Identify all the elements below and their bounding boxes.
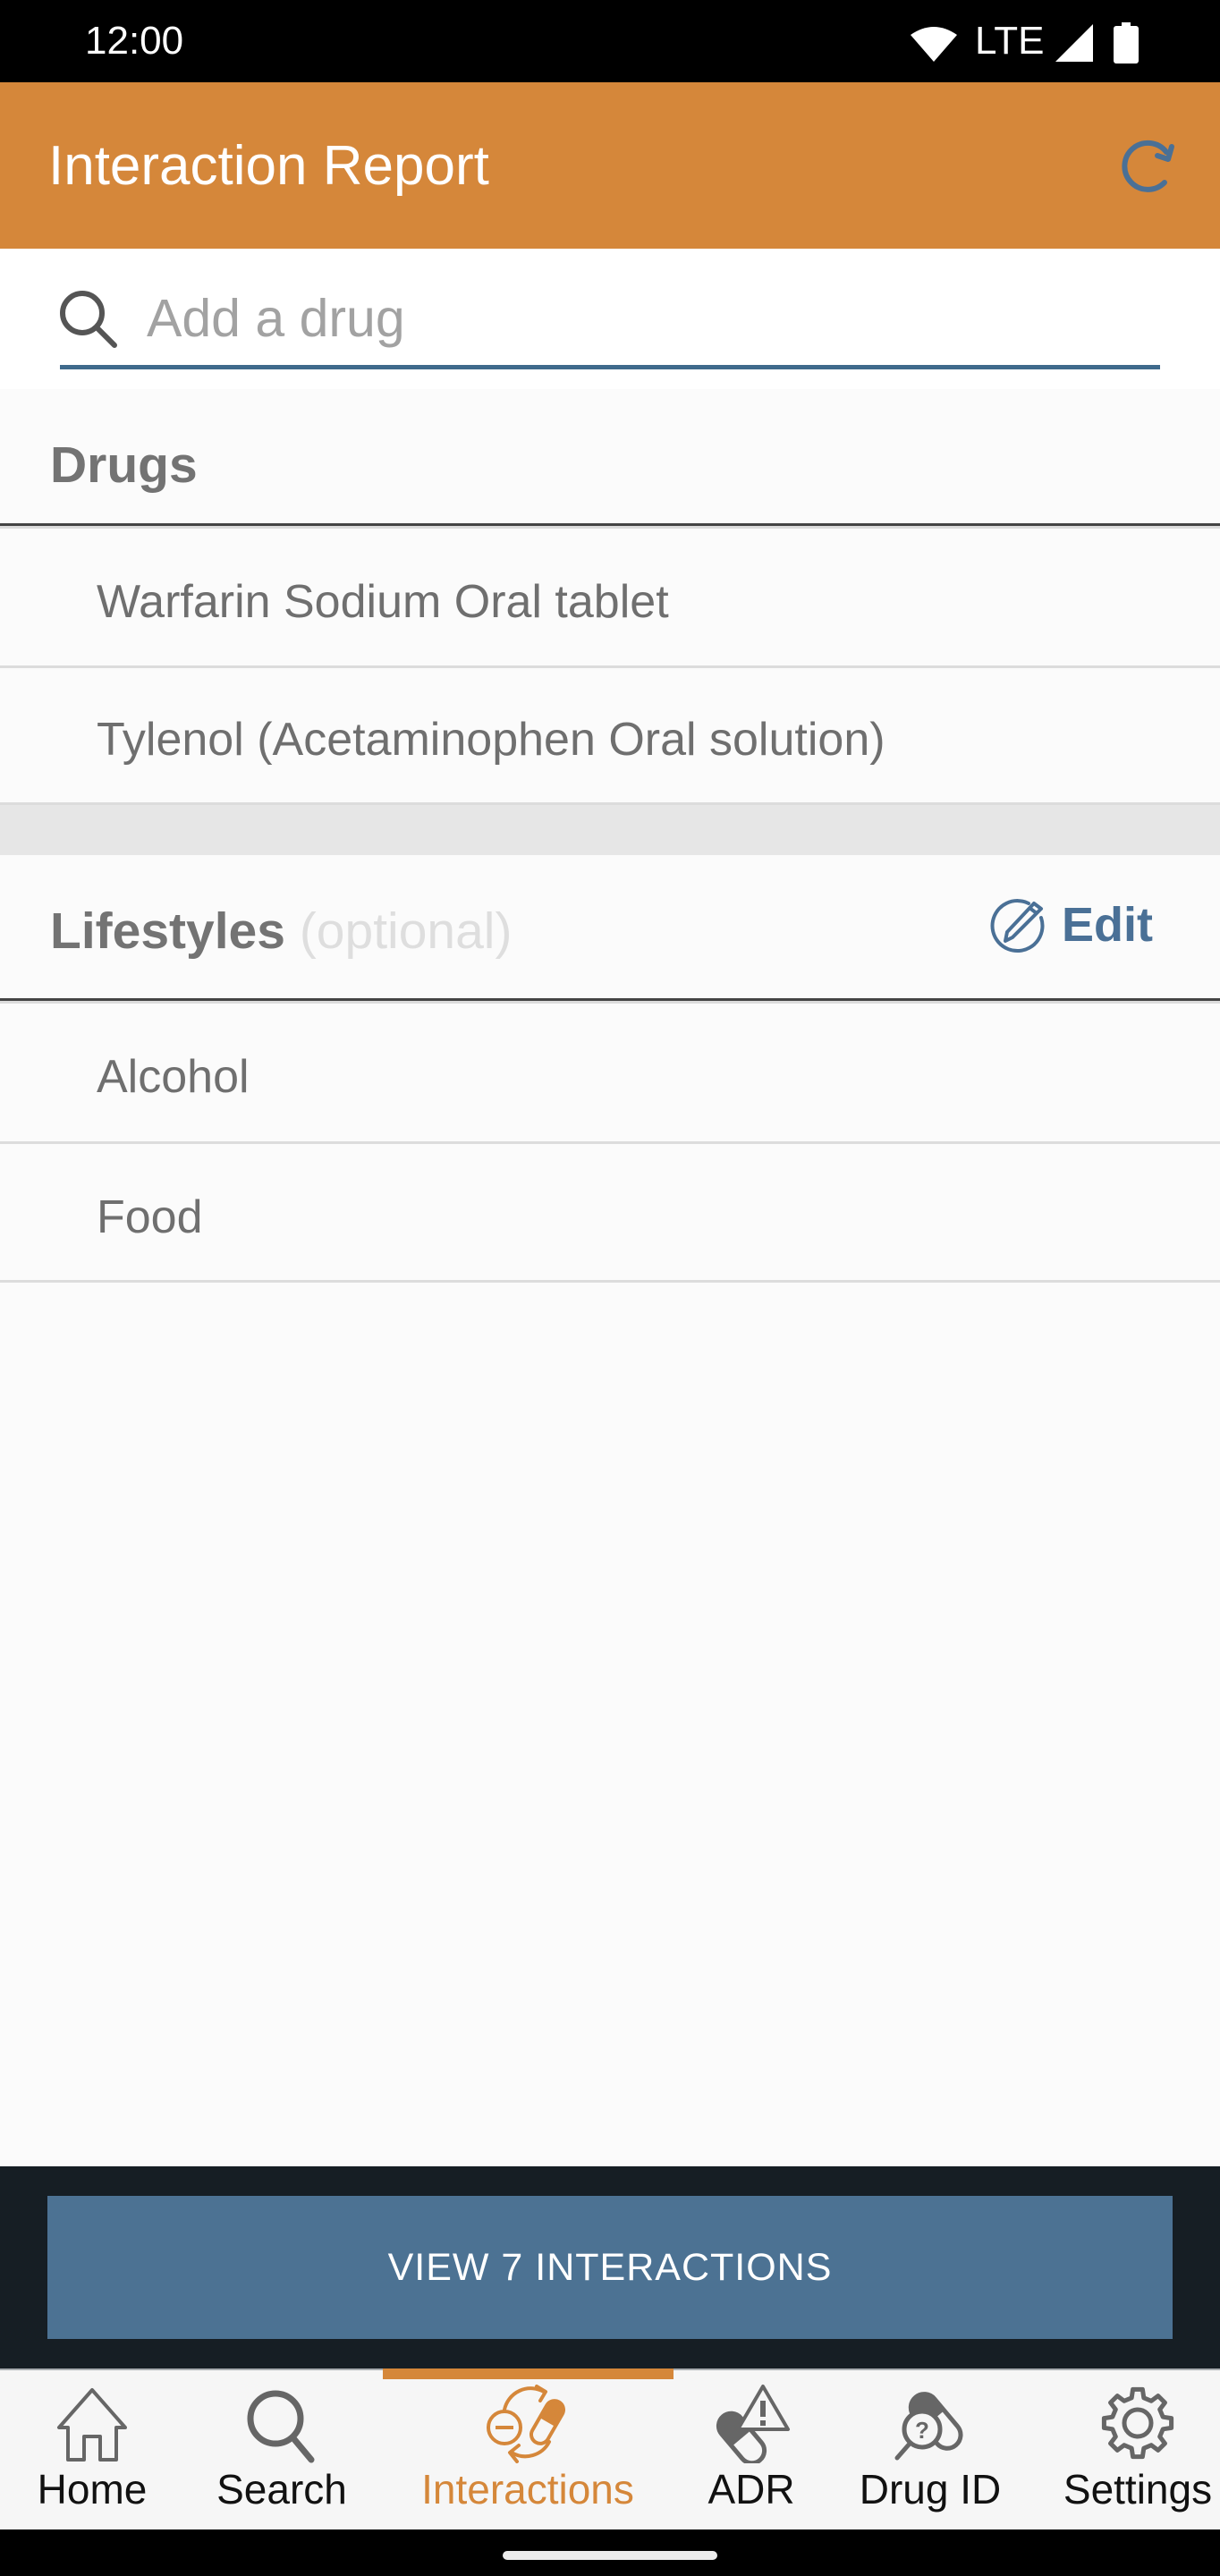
nav-item-interactions[interactable]: Interactions bbox=[394, 2370, 662, 2529]
search-icon bbox=[247, 2390, 315, 2463]
edit-pencil-icon bbox=[990, 899, 1045, 953]
edit-label: Edit bbox=[1062, 898, 1153, 952]
drug-list-item[interactable]: Warfarin Sodium Oral tablet bbox=[0, 529, 1220, 668]
active-tab-indicator bbox=[383, 2368, 674, 2379]
nav-item-search[interactable]: Search bbox=[206, 2370, 358, 2529]
battery-icon bbox=[1114, 22, 1139, 64]
nav-label: Home bbox=[37, 2466, 148, 2512]
add-drug-input[interactable] bbox=[147, 284, 1148, 352]
nav-item-adr[interactable]: ADR bbox=[689, 2370, 814, 2529]
drug-list-item[interactable]: Tylenol (Acetaminophen Oral solution) bbox=[0, 668, 1220, 805]
view-interactions-button[interactable]: VIEW 7 INTERACTIONS bbox=[47, 2196, 1173, 2339]
status-bar: 12:00 LTE bbox=[0, 0, 1220, 82]
action-panel: VIEW 7 INTERACTIONS bbox=[0, 2166, 1220, 2370]
lifestyle-list-item[interactable]: Food bbox=[0, 1144, 1220, 1283]
page-title: Interaction Report bbox=[48, 135, 489, 197]
optional-label: (optional) bbox=[299, 902, 513, 960]
section-gap bbox=[0, 805, 1220, 855]
nav-label: Interactions bbox=[421, 2466, 634, 2512]
search-icon bbox=[60, 291, 117, 348]
nav-label: Search bbox=[216, 2466, 347, 2512]
nav-label: ADR bbox=[707, 2466, 795, 2512]
drug-name: Warfarin Sodium Oral tablet bbox=[97, 576, 669, 628]
drugs-section-title: Drugs bbox=[50, 436, 198, 494]
search-bar bbox=[0, 249, 1220, 389]
gear-icon bbox=[1101, 2386, 1174, 2460]
wifi-icon bbox=[911, 27, 957, 62]
lifestyle-list-item[interactable]: Alcohol bbox=[0, 1004, 1220, 1144]
gesture-handle[interactable] bbox=[503, 2551, 717, 2560]
nav-label: Settings bbox=[1063, 2466, 1213, 2512]
network-type-label: LTE bbox=[975, 19, 1045, 63]
refresh-button[interactable] bbox=[1109, 129, 1186, 206]
home-icon bbox=[57, 2388, 127, 2462]
interactions-icon bbox=[487, 2385, 565, 2463]
edit-lifestyles-button[interactable]: Edit bbox=[984, 891, 1163, 961]
bottom-navigation: Home Search Interactions ADR ? Drug ID S… bbox=[0, 2370, 1220, 2529]
section-divider bbox=[0, 998, 1220, 1004]
cell-signal-icon bbox=[1055, 24, 1093, 62]
drug-name: Tylenol (Acetaminophen Oral solution) bbox=[97, 714, 885, 766]
drugs-section-header: Drugs bbox=[0, 389, 1220, 529]
search-input-underline bbox=[60, 365, 1160, 369]
drug-id-icon: ? bbox=[894, 2392, 963, 2461]
svg-text:?: ? bbox=[915, 2417, 929, 2444]
nav-item-drug-id[interactable]: ? Drug ID bbox=[850, 2370, 1011, 2529]
lifestyles-title-text: Lifestyles bbox=[50, 902, 285, 960]
row-divider bbox=[0, 1280, 1220, 1283]
nav-label: Drug ID bbox=[859, 2466, 1002, 2512]
status-time: 12:00 bbox=[85, 19, 184, 63]
app-bar: Interaction Report bbox=[0, 82, 1220, 249]
section-divider bbox=[0, 523, 1220, 529]
lifestyle-name: Alcohol bbox=[97, 1051, 250, 1103]
lifestyles-section-title: Lifestyles (optional) bbox=[50, 902, 512, 961]
refresh-icon bbox=[1122, 140, 1174, 192]
nav-item-home[interactable]: Home bbox=[16, 2370, 168, 2529]
lifestyle-name: Food bbox=[97, 1191, 203, 1243]
nav-item-settings[interactable]: Settings bbox=[1055, 2370, 1220, 2529]
adr-icon bbox=[716, 2385, 790, 2463]
